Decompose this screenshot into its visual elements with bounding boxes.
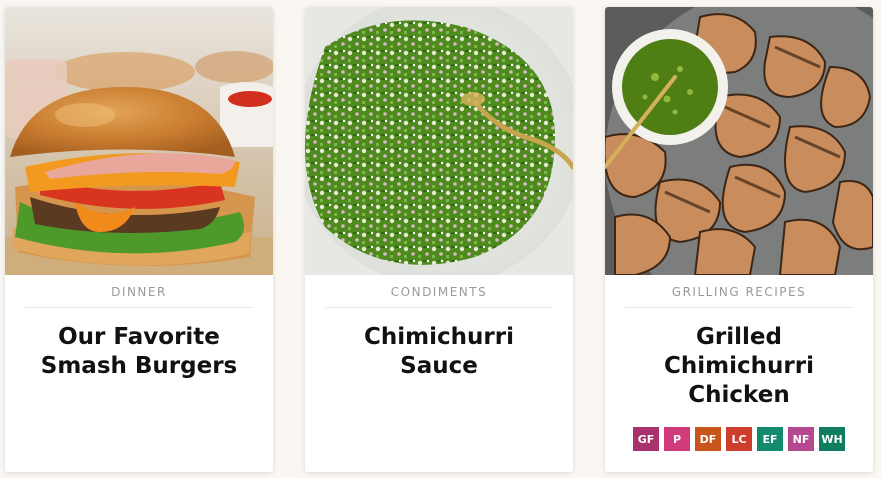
recipe-image-chimichurri-sauce[interactable] <box>305 7 573 275</box>
recipe-title-line: Chimichurri <box>364 324 514 350</box>
recipe-title-line: Our Favorite <box>58 324 220 350</box>
badge-gluten-free[interactable]: GF <box>633 427 659 451</box>
divider <box>325 307 553 308</box>
recipe-title[interactable]: Chimichurri Sauce <box>319 323 559 381</box>
badge-egg-free[interactable]: EF <box>757 427 783 451</box>
recipe-title[interactable]: Our Favorite Smash Burgers <box>19 323 259 381</box>
badge-low-carb[interactable]: LC <box>726 427 752 451</box>
burger-photo <box>5 7 273 275</box>
badge-dairy-free[interactable]: DF <box>695 427 721 451</box>
recipe-title[interactable]: Grilled Chimichurri Chicken <box>619 323 859 410</box>
badge-paleo[interactable]: P <box>664 427 690 451</box>
badge-nut-free[interactable]: NF <box>788 427 814 451</box>
divider <box>625 307 853 308</box>
recipe-title-line: Grilled <box>696 324 782 350</box>
recipe-category[interactable]: GRILLING RECIPES <box>605 285 873 299</box>
recipe-title-line: Chimichurri <box>664 353 814 379</box>
recipe-image-smash-burgers[interactable] <box>5 7 273 275</box>
dietary-badges: GF P DF LC EF NF WH <box>605 427 873 451</box>
recipe-category[interactable]: DINNER <box>5 285 273 299</box>
recipe-card-chimichurri-sauce[interactable]: CONDIMENTS Chimichurri Sauce <box>305 7 573 472</box>
recipe-title-line: Chicken <box>688 382 790 408</box>
recipe-title-line: Smash Burgers <box>40 353 238 379</box>
chimichurri-photo <box>305 7 573 275</box>
divider <box>25 307 253 308</box>
recipe-card-smash-burgers[interactable]: DINNER Our Favorite Smash Burgers <box>5 7 273 472</box>
recipe-category[interactable]: CONDIMENTS <box>305 285 573 299</box>
badge-whole30[interactable]: WH <box>819 427 845 451</box>
chicken-photo <box>605 7 873 275</box>
recipe-image-grilled-chimichurri-chicken[interactable] <box>605 7 873 275</box>
recipe-card-grilled-chimichurri-chicken[interactable]: GRILLING RECIPES Grilled Chimichurri Chi… <box>605 7 873 472</box>
recipe-title-line: Sauce <box>400 353 478 379</box>
